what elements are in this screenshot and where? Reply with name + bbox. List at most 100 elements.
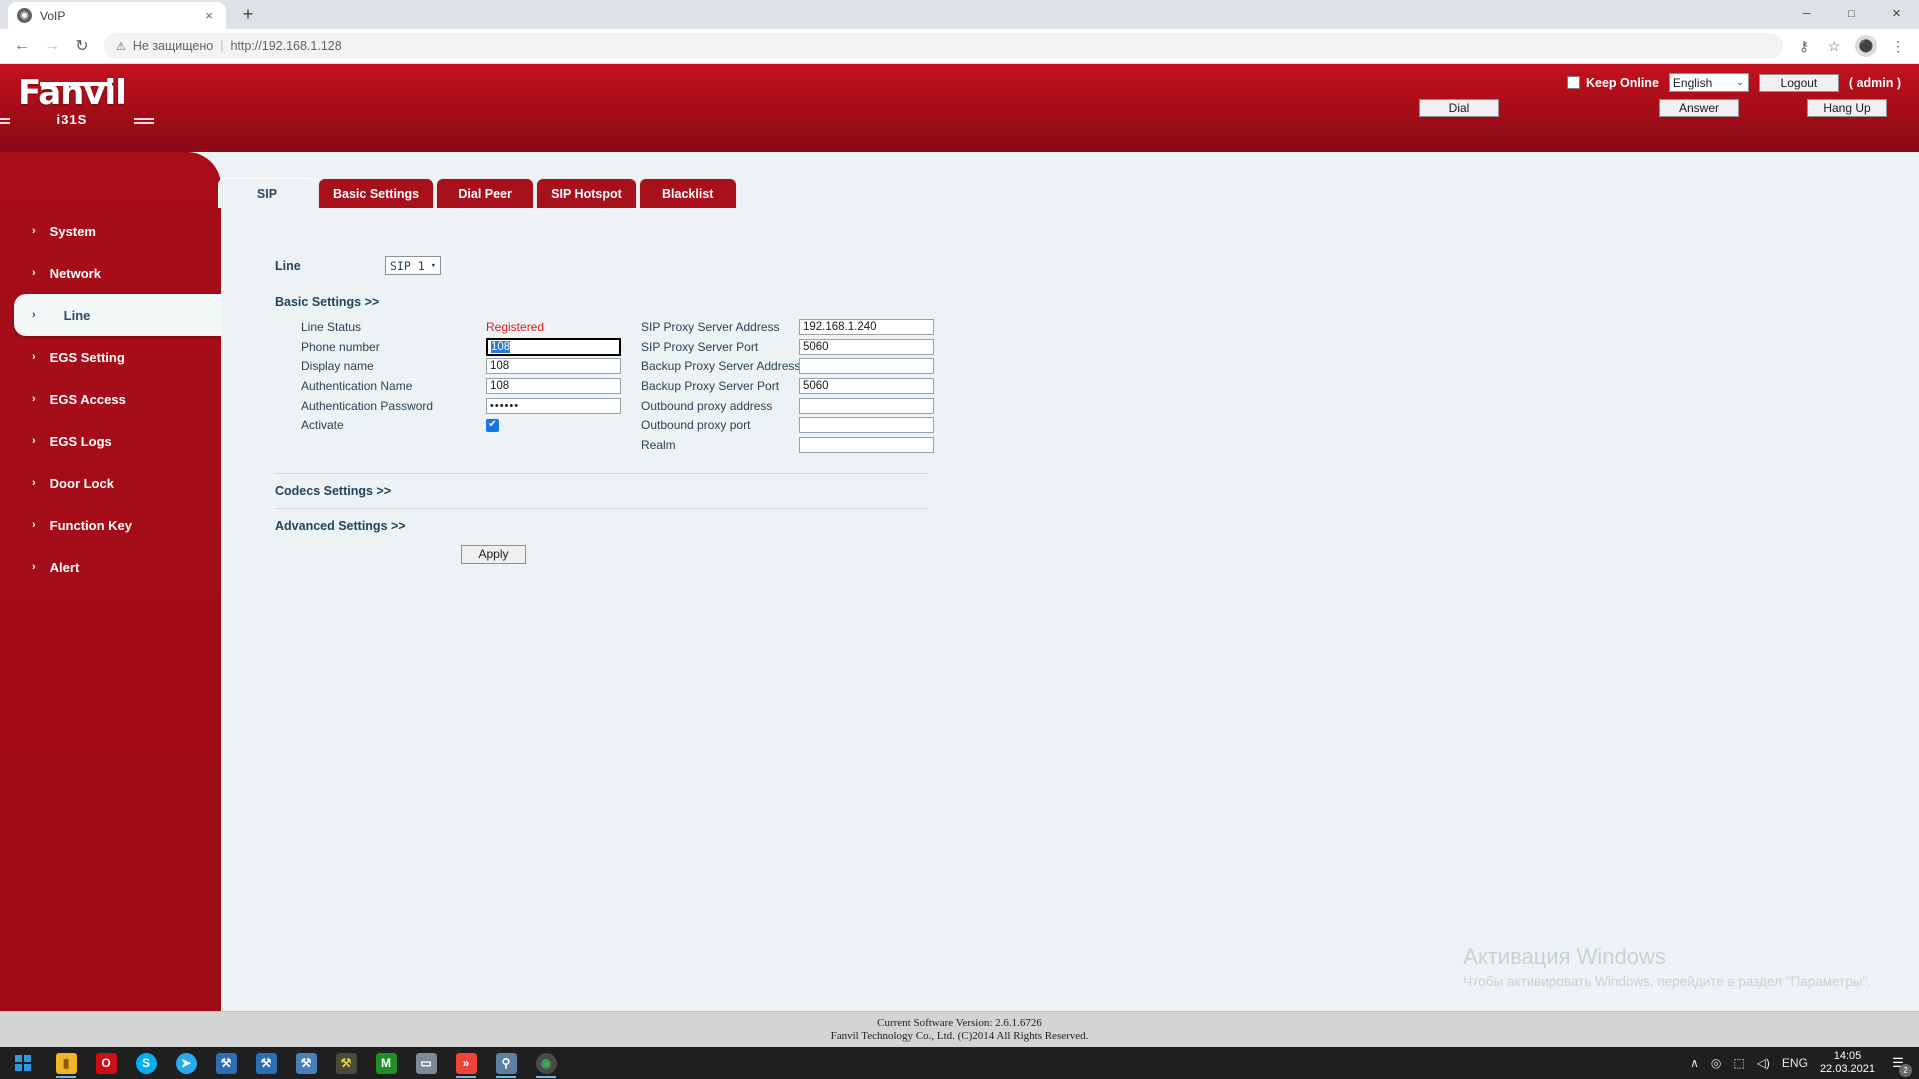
taskbar-skype[interactable]: S: [126, 1047, 166, 1079]
language-select[interactable]: English ⌄: [1668, 73, 1749, 92]
minimize-icon[interactable]: ─: [1784, 0, 1829, 28]
backup-proxy-server-address-input[interactable]: [799, 358, 934, 375]
close-icon[interactable]: ×: [201, 8, 217, 24]
tray-camera-icon[interactable]: ◎: [1711, 1056, 1721, 1070]
apply-button[interactable]: Apply: [461, 544, 526, 564]
authentication-name-input[interactable]: 108: [486, 377, 621, 394]
taskbar-wrench[interactable]: ⚒: [326, 1047, 366, 1079]
phone-number-input[interactable]: 108: [486, 337, 621, 356]
app-header: Fanvil i31S Keep Online English ⌄ Logout…: [0, 64, 1919, 152]
taskbar-mod[interactable]: M: [366, 1047, 406, 1079]
tab-bar: SIP Basic Settings Dial Peer SIP Hotspot…: [218, 178, 737, 208]
tray-chevron-up-icon[interactable]: ∧: [1690, 1056, 1699, 1070]
skype-icon: S: [135, 1052, 157, 1074]
new-tab-button[interactable]: +: [234, 0, 262, 28]
keep-online-checkbox[interactable]: [1566, 76, 1580, 89]
header-row-bottom: Dial Answer Hang Up: [1419, 99, 1901, 117]
taskbar-telegram[interactable]: ➤: [166, 1047, 206, 1079]
sidebar-item-label: System: [49, 223, 96, 239]
sip-proxy-server-address-input[interactable]: 192.168.1.240: [799, 318, 934, 335]
field-label: Phone number: [301, 339, 380, 354]
line-select[interactable]: SIP 1 ▾: [385, 256, 441, 275]
tab-dial-peer[interactable]: Dial Peer: [436, 178, 535, 208]
codecs-settings-header[interactable]: Codecs Settings >>: [275, 484, 1919, 498]
logout-button[interactable]: Logout: [1758, 73, 1839, 92]
advanced-settings-header[interactable]: Advanced Settings >>: [275, 519, 1919, 533]
sidebar-item-door-lock[interactable]: › Door Lock: [0, 462, 221, 504]
sidebar-item-function-key[interactable]: › Function Key: [0, 504, 221, 546]
start-button[interactable]: [0, 1047, 46, 1079]
sidebar-item-egs-setting[interactable]: › EGS Setting: [0, 336, 221, 378]
menu-kebab-icon[interactable]: ⋮: [1885, 33, 1911, 59]
sidebar-item-line[interactable]: › Line: [14, 294, 221, 336]
watermark-subtitle: Чтобы активировать Windows, перейдите в …: [1463, 974, 1871, 989]
sidebar-item-alert[interactable]: › Alert: [0, 546, 221, 588]
form-column-right: SIP Proxy Server Address 192.168.1.240 S…: [641, 317, 981, 455]
sip-proxy-server-port-input[interactable]: 5060: [799, 338, 934, 355]
windows-taskbar: ▮ O S ➤ ⚒ ⚒ ⚒ ⚒ M ▭ » ⚲ ◉ ∧ ◎ ⬚ ◁) ENG 1…: [0, 1047, 1919, 1079]
authentication-password-input[interactable]: ••••••: [486, 397, 621, 414]
field-activate: Activate ✔: [301, 415, 641, 435]
sidebar-item-system[interactable]: › System: [0, 210, 221, 252]
back-icon[interactable]: ←: [8, 32, 36, 60]
activate-checkbox[interactable]: ✔: [486, 418, 499, 432]
sidebar-item-egs-logs[interactable]: › EGS Logs: [0, 420, 221, 462]
toolbar-icon-group: ⚷ ☆ ⚫ ⋮: [1791, 33, 1911, 59]
browser-tab[interactable]: ◉ VoIP ×: [8, 2, 226, 29]
hangup-button[interactable]: Hang Up: [1807, 99, 1887, 117]
chevron-right-icon: ›: [32, 561, 36, 573]
reload-icon[interactable]: ↻: [68, 32, 96, 60]
window-close-icon[interactable]: ✕: [1874, 0, 1919, 28]
outbound-proxy-port-input[interactable]: [799, 417, 934, 434]
file-explorer-icon: ▮: [55, 1052, 77, 1074]
dial-button[interactable]: Dial: [1419, 99, 1499, 117]
display-name-input[interactable]: 108: [486, 358, 621, 375]
field-label: Activate: [301, 418, 344, 433]
chevron-right-icon: ›: [32, 477, 36, 489]
divider: [275, 472, 927, 474]
tab-basic-settings[interactable]: Basic Settings: [318, 178, 435, 208]
tray-clock[interactable]: 14:05 22.03.2021: [1820, 1050, 1875, 1076]
tray-date: 22.03.2021: [1819, 1063, 1875, 1075]
maximize-icon[interactable]: □: [1829, 0, 1874, 28]
taskbar-tools-2[interactable]: ⚒: [246, 1047, 286, 1079]
bookmark-star-icon[interactable]: ☆: [1821, 33, 1847, 59]
notifications-button[interactable]: ☰ 2: [1887, 1052, 1912, 1077]
keep-online-control[interactable]: Keep Online: [1566, 76, 1659, 90]
forward-icon[interactable]: →: [38, 32, 66, 60]
not-secure-icon: ⚠: [116, 40, 126, 53]
sidebar-item-label: EGS Setting: [49, 349, 125, 365]
taskbar-monitor[interactable]: ▭: [406, 1047, 446, 1079]
field-label: Backup Proxy Server Address: [641, 359, 801, 374]
sidebar-item-egs-access[interactable]: › EGS Access: [0, 378, 221, 420]
tray-language-indicator[interactable]: ENG: [1782, 1056, 1808, 1070]
taskbar-opera[interactable]: O: [86, 1047, 126, 1079]
taskbar-anydesk[interactable]: »: [446, 1047, 486, 1079]
avatar[interactable]: ⚫: [1855, 35, 1877, 57]
tab-sip-hotspot[interactable]: SIP Hotspot: [536, 178, 637, 208]
line-label: Line: [275, 258, 301, 273]
taskbar-chrome[interactable]: ◉: [526, 1047, 566, 1079]
realm-input[interactable]: [799, 436, 934, 453]
logo-dash-right-icon: [133, 118, 154, 124]
security-status-text: Не защищено: [132, 39, 214, 53]
key-icon[interactable]: ⚷: [1791, 33, 1817, 59]
taskbar-tools-1[interactable]: ⚒: [206, 1047, 246, 1079]
taskbar-magnifier[interactable]: ⚲: [486, 1047, 526, 1079]
tray-volume-icon[interactable]: ◁): [1757, 1056, 1770, 1070]
field-label: Display name: [301, 359, 374, 374]
taskbar-tools-3[interactable]: ⚒: [286, 1047, 326, 1079]
tab-sip[interactable]: SIP: [218, 178, 316, 208]
tab-blacklist[interactable]: Blacklist: [638, 178, 737, 208]
field-label: SIP Proxy Server Address: [641, 319, 780, 334]
field-label: SIP Proxy Server Port: [641, 339, 759, 354]
taskbar-file-explorer[interactable]: ▮: [46, 1047, 86, 1079]
sidebar-item-network[interactable]: › Network: [0, 252, 221, 294]
answer-button[interactable]: Answer: [1659, 99, 1739, 117]
outbound-proxy-address-input[interactable]: [799, 397, 934, 414]
field-authentication-name: Authentication Name 108: [301, 376, 641, 396]
basic-settings-header[interactable]: Basic Settings >>: [275, 295, 1919, 309]
backup-proxy-server-port-input[interactable]: 5060: [799, 377, 934, 394]
tray-network-icon[interactable]: ⬚: [1733, 1056, 1744, 1070]
address-bar[interactable]: ⚠ Не защищено | http://192.168.1.128: [104, 33, 1783, 59]
